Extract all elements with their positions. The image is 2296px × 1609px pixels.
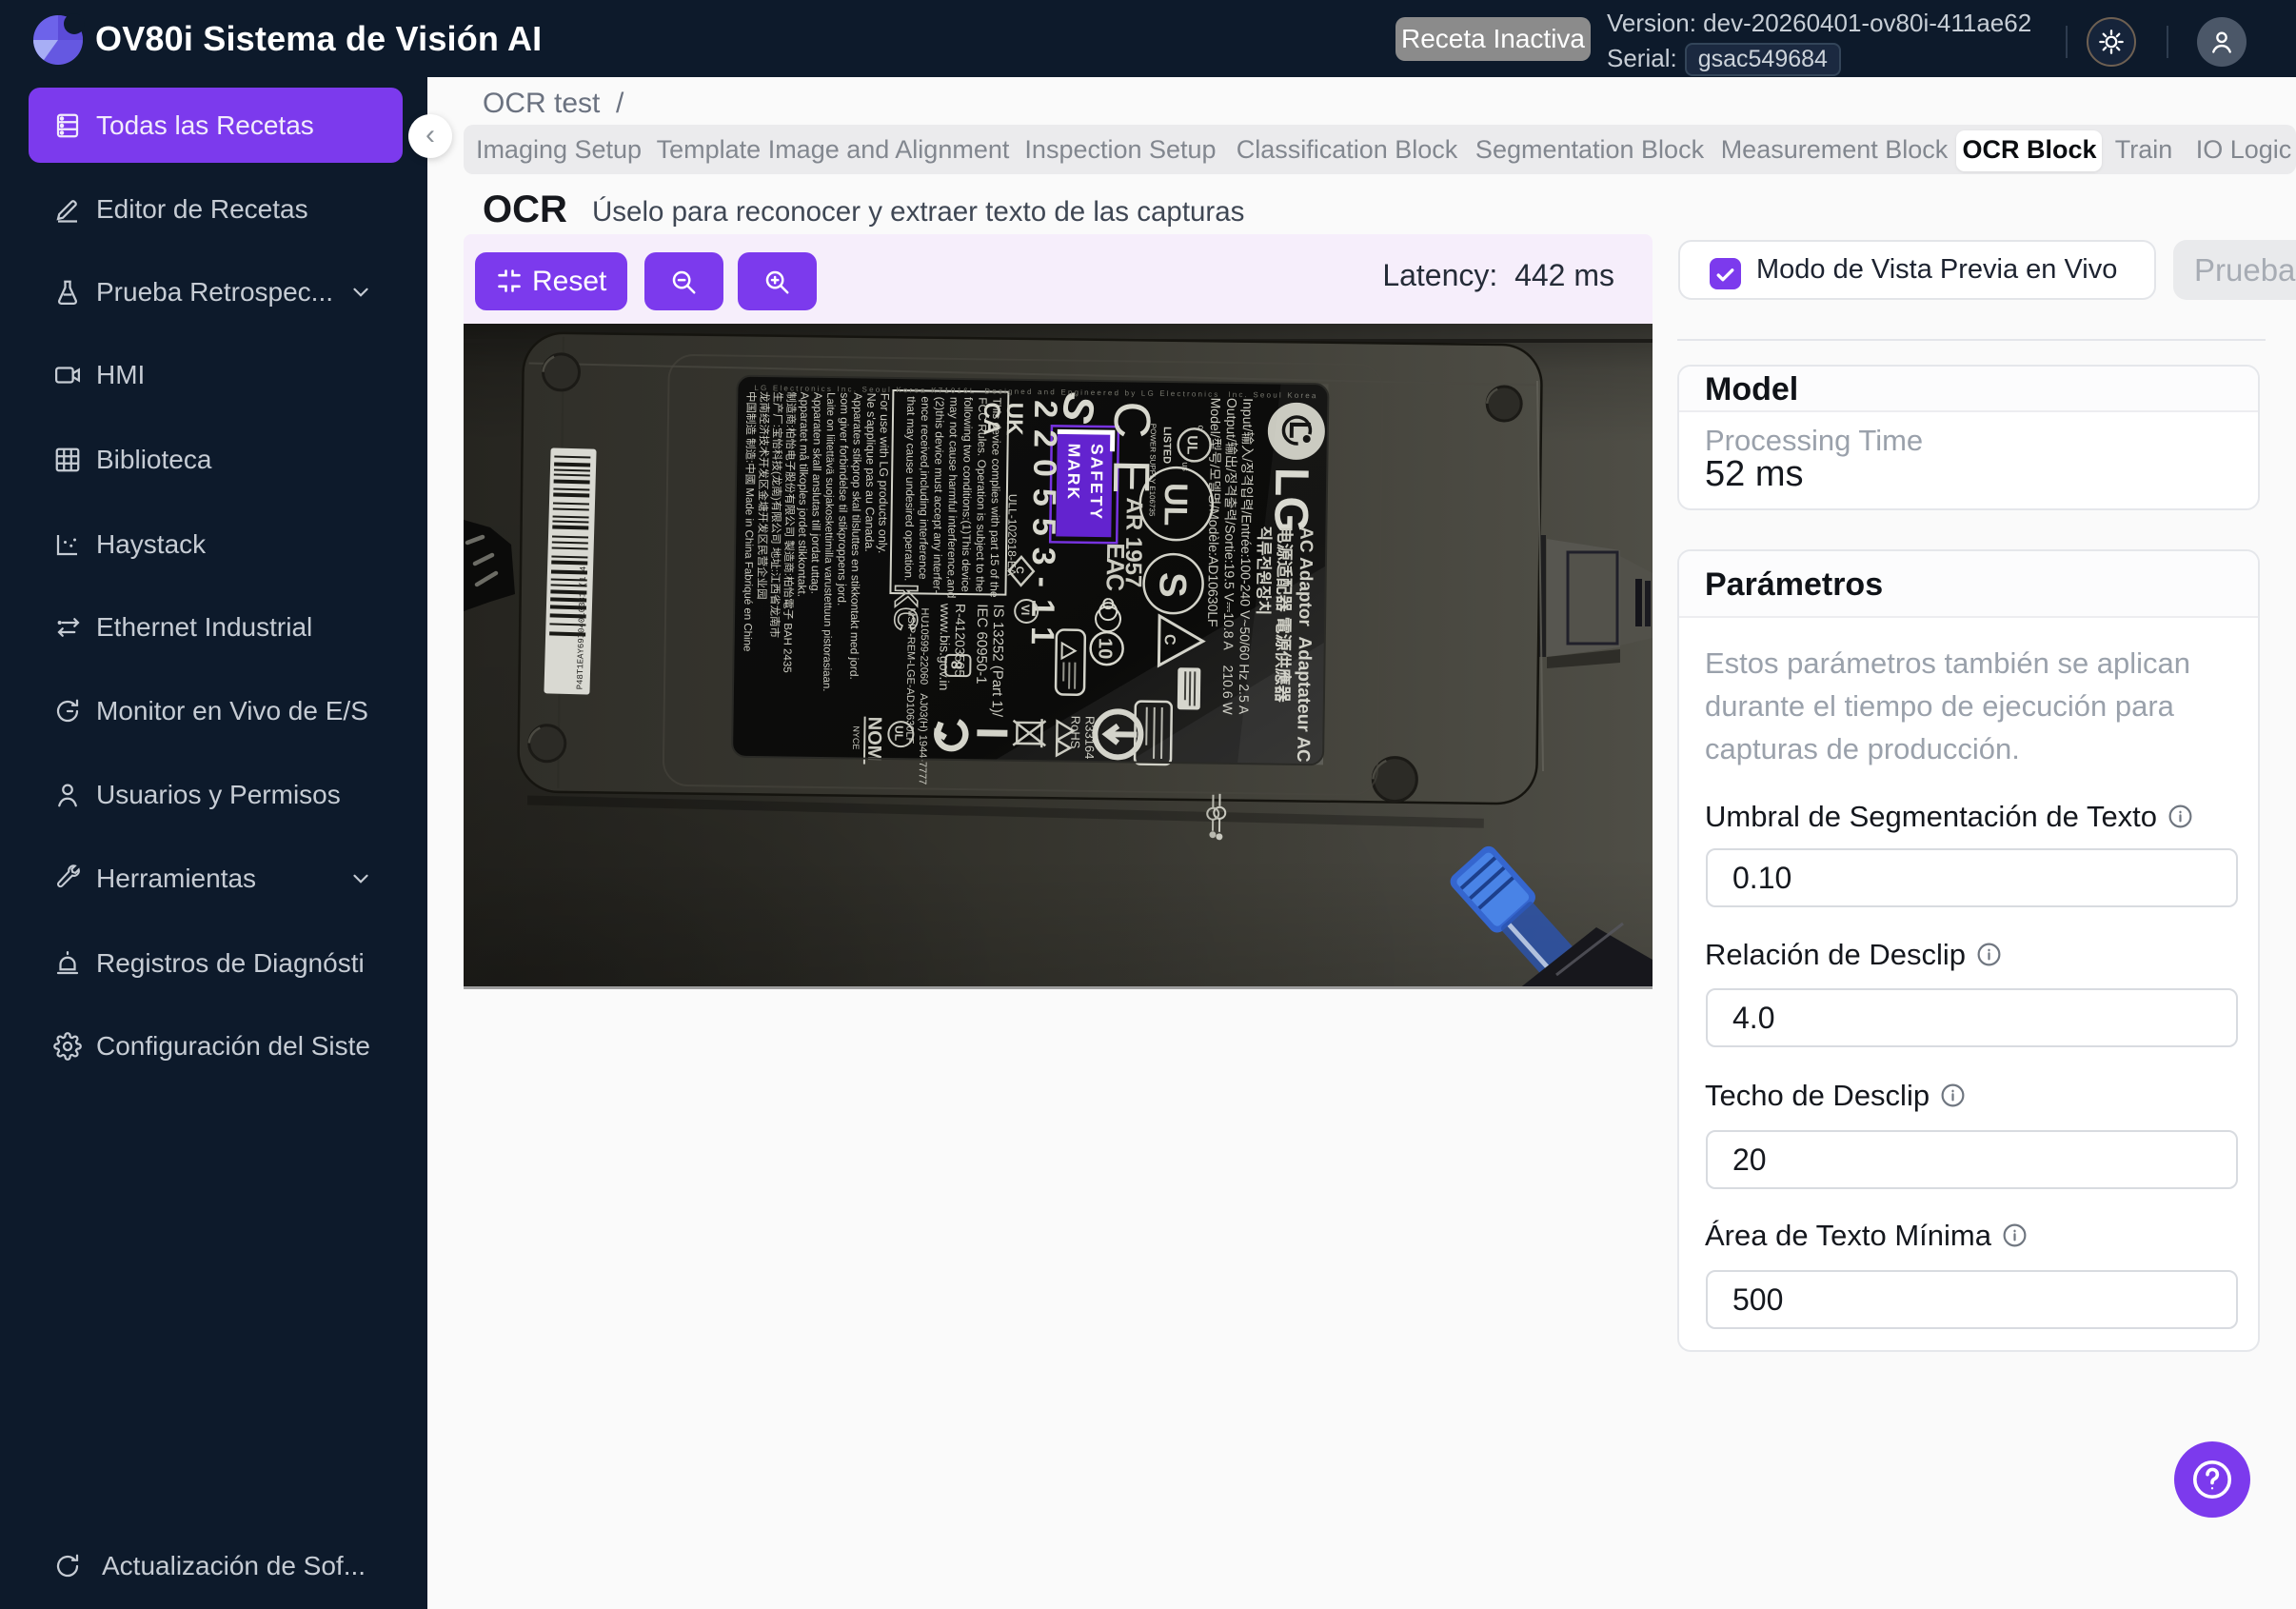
svg-text:MARK: MARK — [1064, 444, 1084, 502]
svg-text:C: C — [1161, 634, 1178, 646]
svg-text:EAC: EAC — [1100, 543, 1130, 592]
svg-text:ence received,including interf: ence received,including interference — [917, 396, 933, 580]
svg-text:IS 13252 (Part 1)/: IS 13252 (Part 1)/ — [989, 604, 1007, 717]
svg-text:FCC Rules. Operation is subjec: FCC Rules. Operation is subject to the — [973, 397, 989, 592]
svg-text:following two conditions:(1)Th: following two conditions:(1)This device — [959, 397, 975, 592]
svg-text:www.bis.gov.in: www.bis.gov.in — [937, 603, 953, 691]
svg-text:UL: UL — [1157, 483, 1194, 526]
svg-text:VI: VI — [1019, 605, 1032, 616]
svg-text:NOM: NOM — [863, 717, 885, 762]
svg-text:CE: CE — [1102, 401, 1161, 515]
svg-text:may not cause harmful interfer: may not cause harmful interference,and — [944, 397, 960, 599]
svg-text:10: 10 — [1094, 638, 1115, 660]
svg-text:220553-11: 220553-11 — [1024, 400, 1064, 656]
svg-text:S: S — [1151, 572, 1193, 598]
svg-text:KC: KC — [887, 584, 924, 631]
svg-text:IEC 60950-1: IEC 60950-1 — [973, 604, 990, 684]
svg-text:that may cause undesired opera: that may cause undesired operation. — [902, 396, 919, 581]
svg-text:LISTED: LISTED — [1160, 427, 1173, 464]
svg-text:Model/型号/모델명/Modèle:AD10630LF: Model/型号/모델명/Modèle:AD10630LF — [1205, 398, 1223, 627]
svg-text:UL: UL — [1183, 435, 1199, 454]
svg-text:This device complies with part: This device complies with part 15 of the — [987, 397, 1003, 598]
svg-text:8: 8 — [947, 661, 963, 669]
svg-text:NYCE: NYCE — [851, 725, 861, 749]
svg-text:(2)this device must accept any: (2)this device must accept any interfer- — [930, 397, 946, 594]
svg-text:C: C — [1014, 566, 1025, 574]
svg-text:c: c — [1197, 425, 1206, 429]
